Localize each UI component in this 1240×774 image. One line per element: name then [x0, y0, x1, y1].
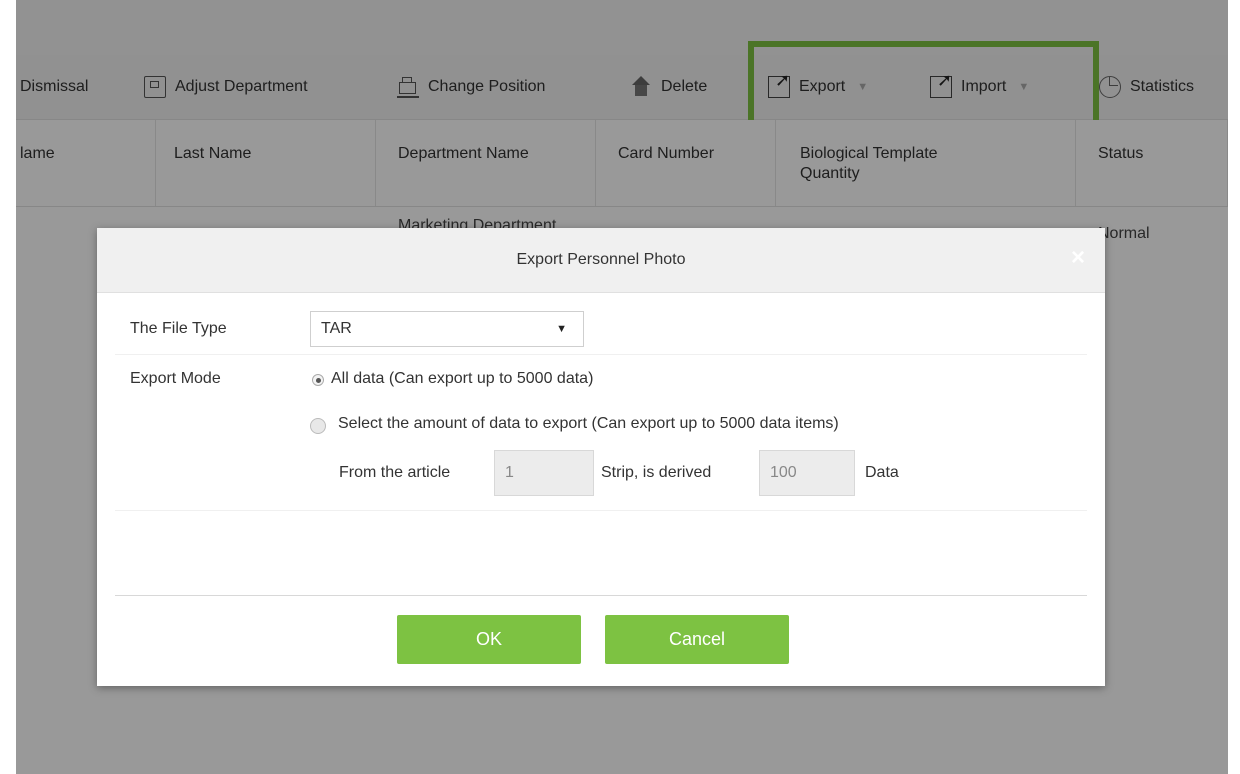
export-mode-label: Export Mode — [130, 370, 221, 387]
strip-derived-label: Strip, is derived — [601, 464, 712, 481]
ok-button[interactable]: OK — [397, 615, 581, 664]
file-type-value: TAR — [321, 320, 352, 337]
close-icon[interactable]: × — [1065, 242, 1091, 274]
dialog-footer-divider — [115, 595, 1087, 596]
data-label: Data — [865, 464, 899, 481]
cancel-button[interactable]: Cancel — [605, 615, 789, 664]
row-divider — [115, 510, 1087, 511]
from-article-label: From the article — [339, 464, 451, 481]
from-article-input[interactable]: 1 — [494, 450, 594, 496]
data-count-input[interactable]: 100 — [759, 450, 855, 496]
dialog-header: Export Personnel Photo × — [97, 228, 1105, 293]
radio-all-data[interactable] — [312, 374, 324, 386]
radio-select-amount[interactable] — [310, 418, 326, 434]
radio-all-data-label[interactable]: All data (Can export up to 5000 data) — [331, 370, 593, 388]
radio-select-amount-label[interactable]: Select the amount of data to export (Can… — [338, 415, 839, 433]
export-personnel-photo-dialog: Export Personnel Photo × The File Type T… — [97, 228, 1105, 686]
chevron-down-icon: ▼ — [556, 323, 567, 335]
dialog-title: Export Personnel Photo — [516, 251, 686, 268]
file-type-label: The File Type — [130, 320, 227, 337]
file-type-select[interactable]: TAR ▼ — [310, 311, 584, 347]
row-divider — [115, 354, 1087, 355]
